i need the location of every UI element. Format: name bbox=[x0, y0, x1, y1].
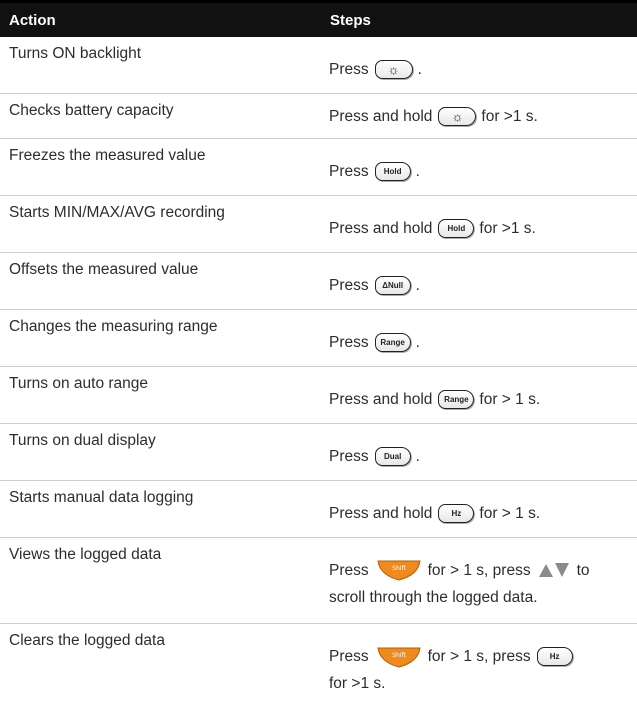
sun-icon: ☼ bbox=[438, 106, 477, 126]
steps-cell: Press and hold Range for > 1 s. bbox=[318, 367, 637, 423]
action-cell: Turns ON backlight bbox=[9, 45, 142, 62]
steps-text: for > 1 s. bbox=[479, 505, 541, 522]
shift-key-label: Shift bbox=[392, 565, 406, 572]
key-function-table: Action Steps Turns ON backlight Press ☼ … bbox=[0, 0, 637, 710]
table-row: Changes the measuring range Press Range … bbox=[0, 310, 637, 367]
steps-text: Press bbox=[329, 648, 369, 665]
action-cell: Clears the logged data bbox=[9, 632, 165, 649]
hold-key-icon: Hold bbox=[374, 162, 411, 181]
table-row: Starts MIN/MAX/AVG recording Press and h… bbox=[0, 196, 637, 253]
steps-text: Press bbox=[329, 277, 369, 294]
steps-text: for >1 s. bbox=[481, 107, 538, 125]
table-row: Turns on dual display Press Dual . bbox=[0, 424, 637, 481]
steps-cell: Press Hold . bbox=[318, 139, 637, 195]
range-key-icon: Range bbox=[374, 333, 411, 352]
steps-text: Press bbox=[329, 61, 369, 78]
steps-text: for >1 s. bbox=[479, 220, 536, 237]
steps-text: Press and hold bbox=[329, 391, 433, 408]
action-cell: Offsets the measured value bbox=[9, 261, 199, 278]
steps-cell: Press Dual . bbox=[318, 424, 637, 480]
steps-text: Press and hold bbox=[329, 220, 433, 237]
steps-cell: Press Shift for > 1 s, press Hz for >1 s… bbox=[318, 624, 637, 710]
steps-text: Press and hold bbox=[329, 107, 433, 125]
table-row: Offsets the measured value Press ΔNull . bbox=[0, 253, 637, 310]
steps-text: Press bbox=[329, 334, 369, 351]
steps-text: for > 1 s, press bbox=[427, 561, 531, 579]
steps-cell: Press and hold Hz for > 1 s. bbox=[318, 481, 637, 537]
hold-key-icon: Hold bbox=[438, 219, 475, 238]
steps-text: . bbox=[415, 334, 420, 351]
steps-cell: Press ΔNull . bbox=[318, 253, 637, 309]
action-cell: Turns on auto range bbox=[9, 375, 149, 392]
steps-text: . bbox=[415, 448, 420, 465]
action-cell: Checks battery capacity bbox=[9, 102, 174, 119]
action-cell: Starts MIN/MAX/AVG recording bbox=[9, 204, 225, 221]
steps-cell: Press Range . bbox=[318, 310, 637, 366]
table-row: Views the logged data Press Shift for > … bbox=[0, 538, 637, 624]
up-down-arrow-icon bbox=[538, 563, 569, 577]
steps-text: . bbox=[417, 61, 422, 78]
range-key-icon: Range bbox=[438, 390, 475, 409]
action-cell: Changes the measuring range bbox=[9, 318, 218, 335]
table-row: Starts manual data logging Press and hol… bbox=[0, 481, 637, 538]
shift-key-icon: Shift bbox=[377, 560, 421, 581]
table-header: Action Steps bbox=[0, 0, 637, 37]
steps-text: scroll through the logged data. bbox=[329, 588, 538, 606]
steps-text: . bbox=[415, 277, 420, 294]
action-cell: Freezes the measured value bbox=[9, 147, 206, 164]
steps-text: for > 1 s, press bbox=[427, 648, 531, 665]
steps-text: Press bbox=[329, 163, 369, 180]
steps-cell: Press and hold ☼ for >1 s. bbox=[318, 94, 637, 138]
steps-text: Press and hold bbox=[329, 505, 433, 522]
header-steps: Steps bbox=[330, 11, 371, 29]
steps-text: for >1 s. bbox=[329, 675, 386, 692]
steps-text: to bbox=[576, 561, 590, 579]
null-key-icon: ΔNull bbox=[374, 276, 411, 295]
shift-key-label: Shift bbox=[392, 652, 406, 659]
sun-icon: ☼ bbox=[374, 60, 413, 79]
table-row: Freezes the measured value Press Hold . bbox=[0, 139, 637, 196]
hz-key-icon: Hz bbox=[438, 504, 475, 523]
dual-key-icon: Dual bbox=[374, 447, 411, 466]
steps-cell: Press ☼ . bbox=[318, 37, 637, 93]
steps-text: for > 1 s. bbox=[479, 391, 541, 408]
action-cell: Turns on dual display bbox=[9, 432, 156, 449]
action-cell: Starts manual data logging bbox=[9, 489, 194, 506]
steps-cell: Press and hold Hold for >1 s. bbox=[318, 196, 637, 252]
table-row: Clears the logged data Press Shift for >… bbox=[0, 624, 637, 710]
table-row: Turns on auto range Press and hold Range… bbox=[0, 367, 637, 424]
action-cell: Views the logged data bbox=[9, 546, 162, 563]
table-row: Checks battery capacity Press and hold ☼… bbox=[0, 94, 637, 139]
steps-text: Press bbox=[329, 561, 369, 579]
steps-text: Press bbox=[329, 448, 369, 465]
steps-cell: Press Shift for > 1 s, press to scroll t… bbox=[318, 538, 637, 623]
hz-key-icon: Hz bbox=[536, 647, 573, 666]
shift-key-icon: Shift bbox=[377, 647, 421, 668]
table-row: Turns ON backlight Press ☼ . bbox=[0, 37, 637, 94]
header-action: Action bbox=[9, 11, 56, 29]
steps-text: . bbox=[415, 163, 420, 180]
